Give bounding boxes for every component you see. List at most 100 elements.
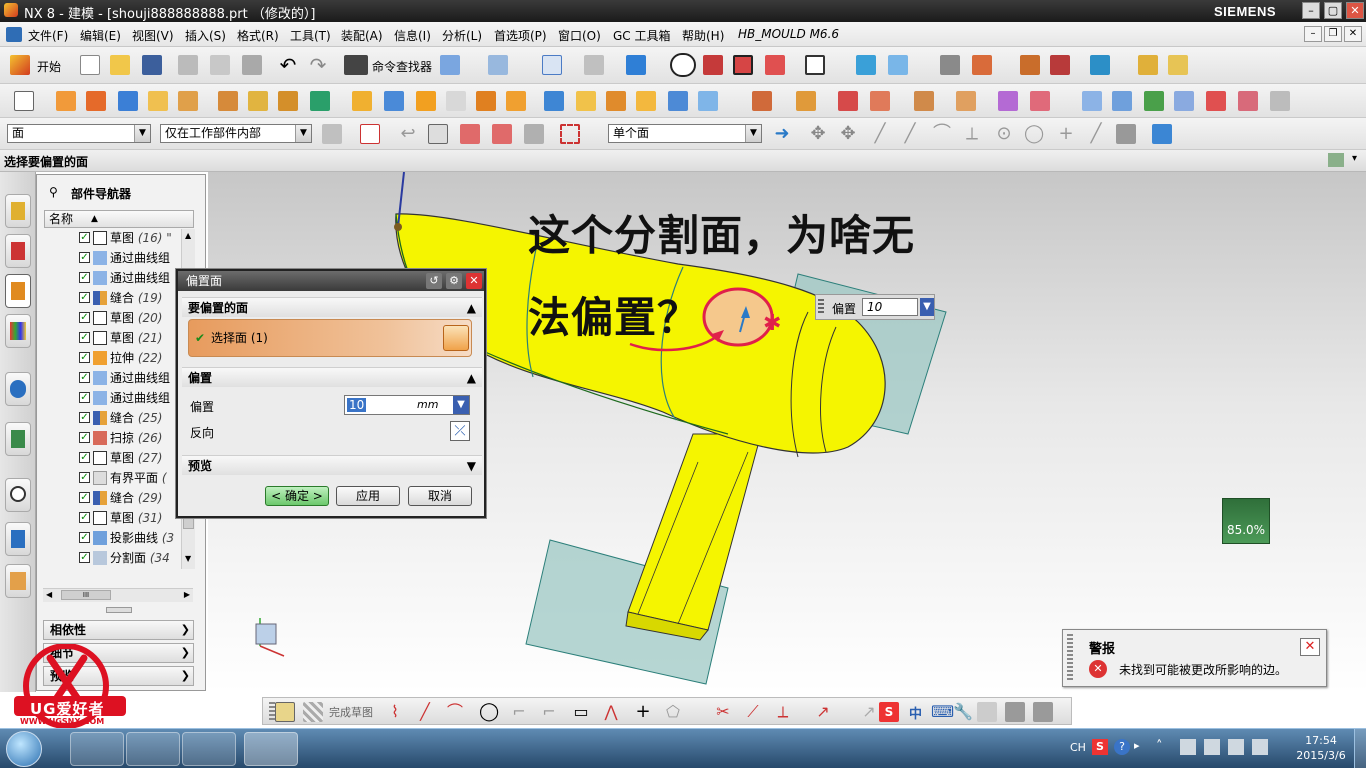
relations-icon[interactable] [1033, 702, 1053, 722]
info-window-icon[interactable] [488, 55, 508, 75]
pattern-face-icon[interactable] [914, 91, 934, 111]
tree-item[interactable]: ✓ 拉伸 (22) [44, 348, 194, 368]
subtract-icon[interactable] [278, 91, 298, 111]
static-wireframe-icon[interactable] [733, 55, 753, 75]
datum-plane-icon[interactable] [668, 91, 688, 111]
shaded-icon[interactable] [670, 53, 696, 77]
make-corner-icon[interactable]: ⟂ [773, 702, 793, 722]
dependencies-panel[interactable]: 相依性 ❯ [43, 620, 194, 640]
pin-icon[interactable]: ⚲ [49, 185, 58, 199]
move-alt-icon[interactable]: ✥ [838, 124, 858, 144]
tree-item[interactable]: ✓ 缝合 (19) [44, 288, 194, 308]
volume-icon[interactable] [1228, 739, 1244, 755]
network-icon[interactable] [1204, 739, 1220, 755]
minimize-button[interactable]: – [1302, 2, 1320, 19]
existing-point-icon[interactable]: + [1056, 124, 1076, 144]
datum-csys-icon[interactable] [698, 91, 718, 111]
copy-icon[interactable] [210, 55, 230, 75]
checkbox-icon[interactable]: ✓ [79, 292, 90, 303]
block-icon[interactable] [118, 91, 138, 111]
checkbox-icon[interactable]: ✓ [79, 252, 90, 263]
tree-item[interactable]: ✓ 通过曲线组 [44, 388, 194, 408]
menu-format[interactable]: 格式(R) [237, 27, 279, 44]
quick-trim-icon[interactable]: ✂ [713, 702, 733, 722]
inferred-constraints-icon[interactable] [1005, 702, 1025, 722]
intersection-icon[interactable]: ⟂ [962, 124, 982, 144]
pattern-icon[interactable] [218, 91, 238, 111]
chamfer-icon[interactable] [384, 91, 404, 111]
edge-blend-icon[interactable] [352, 91, 372, 111]
center-icon[interactable]: ⊙ [994, 124, 1014, 144]
close-icon[interactable]: ✕ [466, 273, 482, 289]
menu-edit[interactable]: 编辑(E) [80, 27, 121, 44]
dialog-title-bar[interactable]: 偏置面 ↺ ⚙ ✕ [178, 271, 484, 291]
tree-item[interactable]: ✓ 缝合 (29) [44, 488, 194, 508]
mdi-minimize-button[interactable]: – [1304, 26, 1322, 42]
arrow-back-icon[interactable]: ↩ [398, 124, 418, 144]
tree-item[interactable]: ✓ 分割面 (34 [44, 548, 194, 568]
studio-surface-icon[interactable] [1238, 91, 1258, 111]
checkbox-icon[interactable]: ✓ [79, 332, 90, 343]
replace-face-icon[interactable] [838, 91, 858, 111]
rectangle-icon[interactable]: ▭ [571, 702, 591, 722]
web-browser-icon[interactable] [5, 422, 31, 456]
grip-icon[interactable] [818, 299, 824, 315]
checkbox-icon[interactable]: ✓ [79, 512, 90, 523]
edge-display-icon[interactable] [703, 55, 723, 75]
mirror-icon[interactable] [636, 91, 656, 111]
onscreen-offset-value[interactable]: 10 [862, 298, 918, 316]
tree-item[interactable]: ✓ 草图 (20) [44, 308, 194, 328]
system-materials-icon[interactable] [5, 522, 31, 556]
menu-assembly[interactable]: 装配(A) [341, 27, 383, 44]
finish-sketch-icon[interactable] [275, 702, 295, 722]
wrench-icon[interactable]: 🔧 [953, 702, 973, 722]
edit-object-icon[interactable] [1020, 55, 1040, 75]
keyboard-icon[interactable]: ⌨ [931, 702, 954, 722]
checkbox-icon[interactable]: ✓ [79, 532, 90, 543]
midpoint-icon[interactable]: ╱ [900, 124, 920, 144]
tree-item[interactable]: ✓ 草图 (31) [44, 508, 194, 528]
copy-face-icon[interactable] [956, 91, 976, 111]
intersect-icon[interactable] [310, 91, 330, 111]
menu-analysis[interactable]: 分析(L) [442, 27, 482, 44]
tree-item[interactable]: ✓ 投影曲线 (3 [44, 528, 194, 548]
input-language[interactable]: CH [1070, 741, 1086, 754]
handle-body[interactable] [627, 433, 762, 631]
checkbox-icon[interactable]: ✓ [79, 552, 90, 563]
bridge-icon[interactable] [1206, 91, 1226, 111]
menu-help[interactable]: 帮助(H) [682, 27, 724, 44]
menu-insert[interactable]: 插入(S) [185, 27, 226, 44]
history-icon[interactable] [5, 478, 31, 512]
law-extension-icon[interactable] [1270, 91, 1290, 111]
select-face-row[interactable]: ✔ 选择面 (1) [188, 319, 472, 357]
scroll-up-icon[interactable]: ▲ [185, 231, 191, 240]
display-mode-icon[interactable] [440, 55, 460, 75]
save-icon[interactable] [142, 55, 162, 75]
checkbox-icon[interactable]: ✓ [79, 412, 90, 423]
fillet-icon[interactable]: ⌐ [509, 702, 529, 722]
name-column-header[interactable]: 名称 ▲ [44, 210, 194, 228]
hd3d-tools-icon[interactable] [5, 372, 31, 406]
sketch-icon[interactable] [14, 91, 34, 111]
cursor-icon[interactable] [460, 124, 480, 144]
polygon-icon[interactable]: ⋀ [601, 702, 621, 722]
redo-icon[interactable]: ↷ [308, 55, 328, 75]
arrow-right-icon[interactable]: ➜ [772, 124, 792, 144]
split-body-icon[interactable] [476, 91, 496, 111]
line-snap-icon[interactable]: ╱ [870, 124, 890, 144]
dropdown-arrow-icon[interactable]: ▼ [453, 396, 469, 414]
dimension-icon[interactable]: ↗ [859, 702, 879, 722]
menu-file[interactable]: 文件(F) [28, 27, 68, 44]
analysis-icon[interactable] [1050, 55, 1070, 75]
scroll-right-icon[interactable]: ▶ [184, 590, 190, 599]
menu-preferences[interactable]: 首选项(P) [494, 27, 547, 44]
fit-view-icon[interactable] [542, 55, 562, 75]
help-icon[interactable]: ? [1114, 739, 1130, 755]
system-clock[interactable]: 17:54 2015/3/6 [1292, 733, 1350, 763]
orient-view-icon[interactable] [856, 55, 876, 75]
tree-item[interactable]: ✓ 草图 (21) [44, 328, 194, 348]
reuse-library-icon[interactable] [5, 314, 31, 348]
finish-sketch-label[interactable]: 完成草图 [329, 704, 373, 720]
extrude-icon[interactable] [56, 91, 76, 111]
tree-item[interactable]: ✓ 草图 (27) [44, 448, 194, 468]
